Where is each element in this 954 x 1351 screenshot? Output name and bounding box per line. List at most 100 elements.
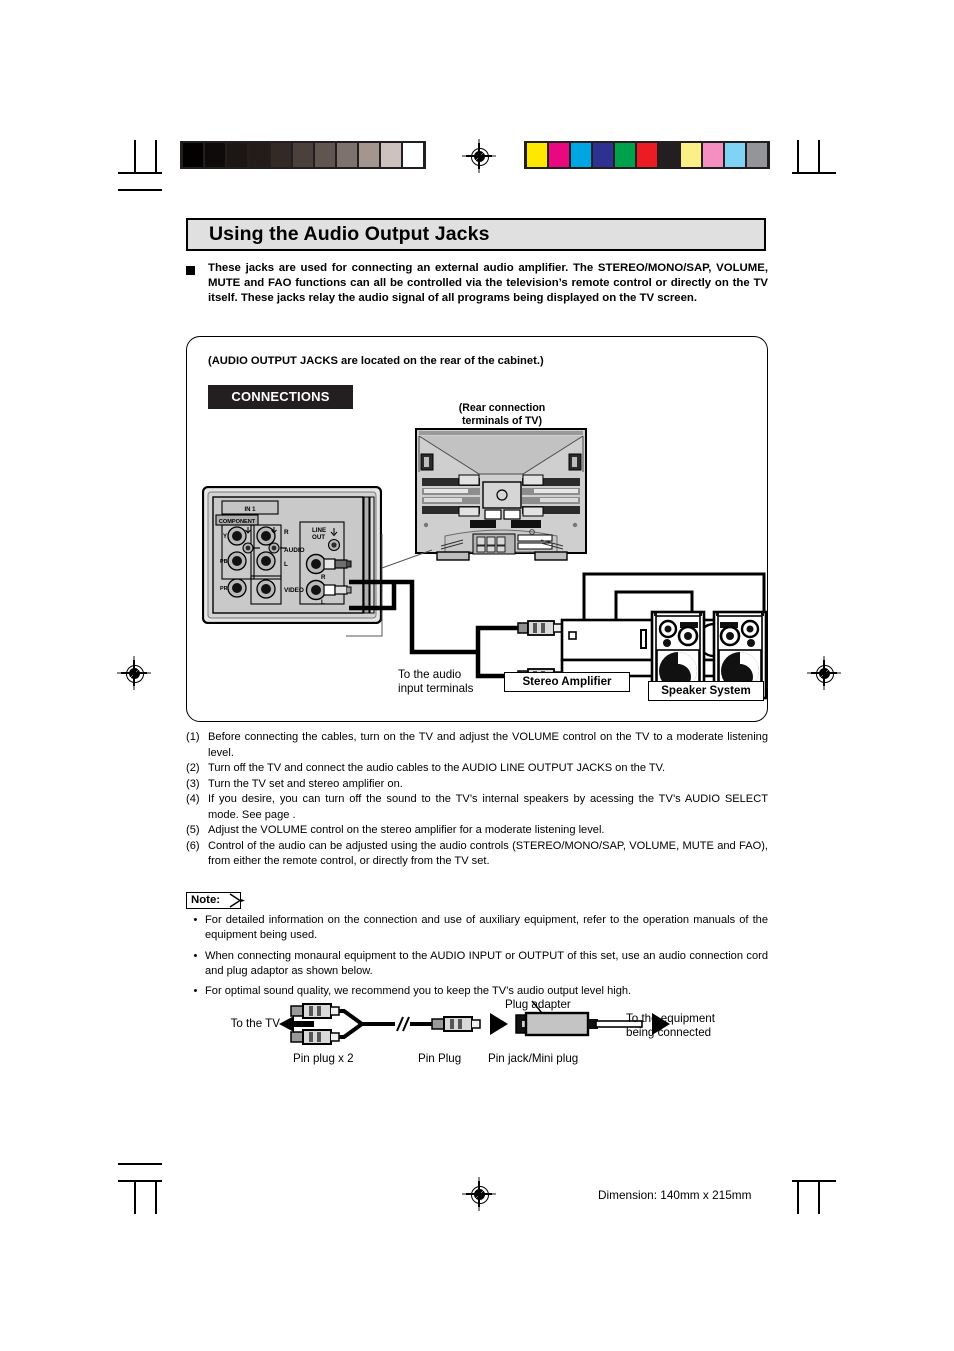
instruction-step: (6) Control of the audio can be adjusted … [186,839,768,870]
calibration-swatch [381,143,401,167]
jack-label-lineout-r: R [321,574,326,581]
instruction-step: (2) Turn off the TV and connect the audio… [186,761,768,777]
note-item: • For detailed information on the connect… [186,913,768,944]
calibration-swatch [747,143,767,167]
page-title-text: Using the Audio Output Jacks [209,223,490,245]
label-to-equipment-line-1: To the equipment [626,1012,715,1025]
step-number: (3) [186,777,200,790]
intro-text: These jacks are used for connecting an e… [208,262,768,305]
jack-label-audio-l: L [284,561,288,568]
connections-heading: CONNECTIONS [208,385,353,409]
step-text: Adjust the VOLUME control on the stereo … [208,824,605,836]
calibration-swatch [403,143,423,167]
tv-rear-illustration [415,428,587,561]
calibration-swatch [271,143,291,167]
jack-label-pb: PB [220,559,228,565]
step-number: (1) [186,731,200,743]
intro-paragraph: These jacks are used for connecting an e… [186,261,768,306]
calibration-swatch [527,143,547,167]
color-calibration-strip [524,141,770,169]
audio-input-terminals-label: To the audio input terminals [398,668,508,696]
plug-adapter-body [515,1011,643,1037]
rca-plug-inserted-l [323,584,352,596]
jack-label-line: LINE [312,527,326,534]
arrow-right-icon-1 [490,1013,508,1035]
calibration-swatch [593,143,613,167]
jack-label-y: Y [223,534,227,540]
connections-heading-text: CONNECTIONS [231,389,330,404]
jacks-location-note: (AUDIO OUTPUT JACKS are located on the r… [208,355,544,367]
jack-label-component: COMPONENT [219,519,256,525]
label-pin-jack-mini-plug: Pin jack/Mini plug [488,1052,579,1065]
instruction-step: (3) Turn the TV set and stereo amplifier … [186,777,768,793]
label-to-the-equipment: To the equipment being connected [626,1012,756,1040]
calibration-swatch [183,143,203,167]
jack-label-out: OUT [312,534,325,541]
step-text: If you desire, you can turn off the soun… [208,793,768,821]
label-to-equipment-line-2: being connected [626,1026,712,1039]
audio-input-line-1: To the audio [398,668,462,681]
label-pin-plug-x2: Pin plug x 2 [293,1052,354,1065]
note-arrow-icon [229,893,245,908]
speaker-system-label-text: Speaker System [661,684,751,697]
note-text: For detailed information on the connecti… [205,914,768,942]
step-number: (2) [186,762,200,774]
note-bullet-icon: • [193,949,198,962]
calibration-swatch [681,143,701,167]
instruction-step: (4) If you desire, you can turn off the s… [186,792,768,823]
registration-mark-left [117,656,151,690]
stereo-amplifier-label-text: Stereo Amplifier [522,675,612,688]
calibration-swatch [549,143,569,167]
calibration-swatch [205,143,225,167]
calibration-swatch [725,143,745,167]
label-to-the-tv: To the TV [230,1017,280,1030]
jack-label-audio: AUDIO [284,547,305,554]
registration-mark-top [462,139,496,173]
registration-mark-right [807,656,841,690]
jack-label-audio-r: R [284,529,289,536]
jack-label-lineout-l: L [321,599,325,606]
pin-plug-single [431,1016,481,1032]
square-bullet-icon [186,266,195,275]
footer-dimension: Dimension: 140mm x 215mm [598,1188,752,1202]
calibration-swatch [637,143,657,167]
page-title: Using the Audio Output Jacks [186,218,766,251]
calibration-swatch [293,143,313,167]
calibration-swatch [249,143,269,167]
instruction-step: (5) Adjust the VOLUME control on the ster… [186,823,768,839]
jack-label-in1: IN 1 [244,507,256,513]
rear-caption-line-1: (Rear connection [458,402,546,414]
step-text: Before connecting the cables, turn on th… [208,731,768,759]
note-items-list: • For detailed information on the connect… [186,913,768,1004]
rear-caption-line-2: terminals of TV) [461,415,543,427]
calibration-swatch [659,143,679,167]
step-text: Control of the audio can be adjusted usi… [208,839,768,868]
instruction-step: (1) Before connecting the cables, turn on… [186,730,768,761]
note-bullet-icon: • [193,914,198,926]
note-item: • When connecting monaural equipment to t… [186,949,768,980]
stereo-amplifier-label: Stereo Amplifier [504,672,630,692]
label-plug-adapter: Plug adapter [505,998,571,1011]
speaker-system-label: Speaker System [648,681,764,701]
rear-terminals-caption: (Rear connection terminals of TV) [432,402,572,428]
calibration-swatch [227,143,247,167]
calibration-swatch [337,143,357,167]
step-number: (6) [186,839,200,852]
label-pin-plug: Pin Plug [418,1052,462,1065]
registration-mark-bottom [462,1177,496,1211]
step-number: (5) [186,824,200,836]
grayscale-calibration-strip [180,141,426,169]
step-number: (4) [186,793,200,805]
calibration-swatch [571,143,591,167]
audio-input-line-2: input terminals [398,682,474,695]
calibration-swatch [359,143,379,167]
jack-label-pr: PR [220,586,228,592]
calibration-swatch [615,143,635,167]
calibration-swatch [315,143,335,167]
pin-plug-top [290,1003,340,1019]
instruction-steps-list: (1) Before connecting the cables, turn on… [186,730,768,870]
step-text: Turn the TV set and stereo amplifier on. [208,777,403,790]
rca-plug-inserted-r [323,558,352,570]
note-text: When connecting monaural equipment to th… [205,949,768,977]
jack-panel-illustration: IN 1 COMPONENT Y PB PR R AUDIO L VIDEO L… [202,486,382,624]
